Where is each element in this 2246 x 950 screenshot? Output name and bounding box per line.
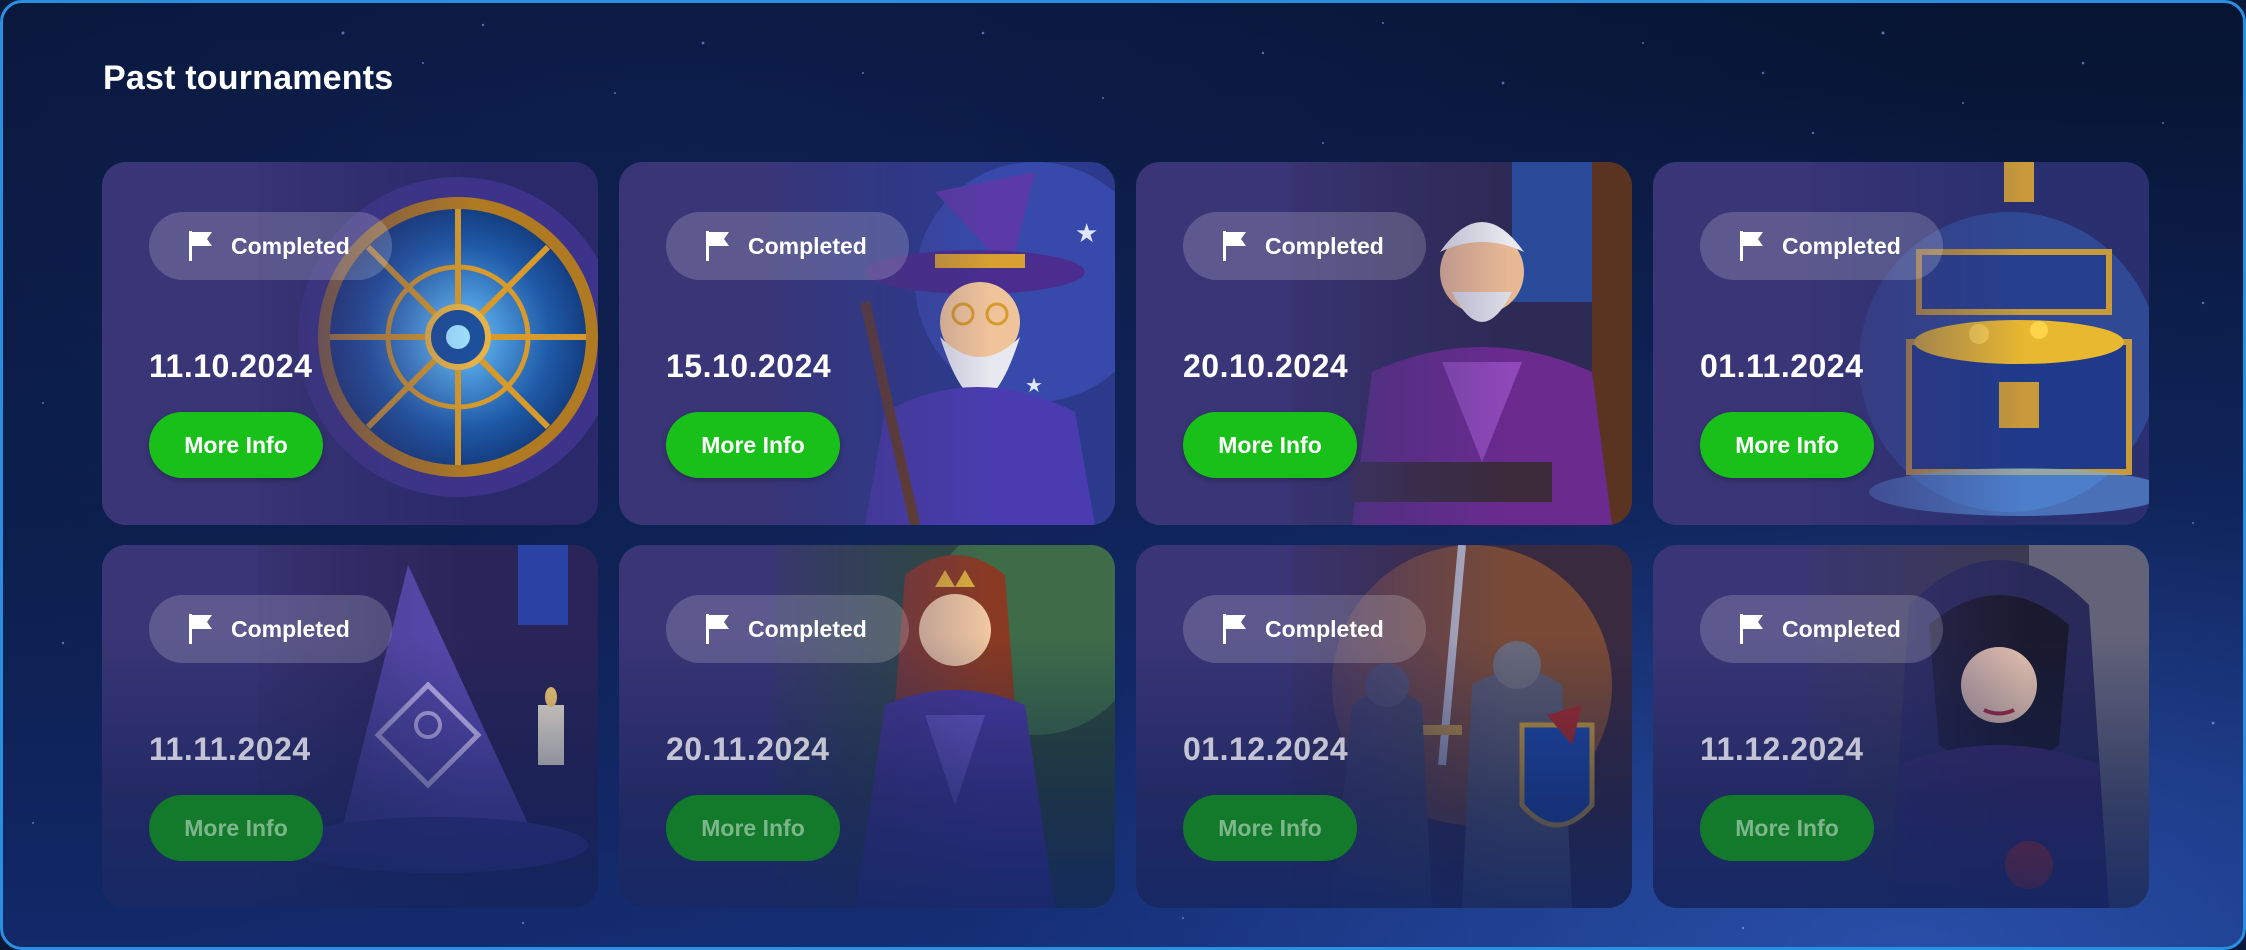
- status-label: Completed: [231, 615, 350, 642]
- status-badge: Completed: [666, 595, 909, 663]
- flag-icon: [189, 614, 212, 644]
- flag-icon: [189, 231, 212, 261]
- tournament-card: Completed 20.11.2024 More Info: [619, 545, 1115, 908]
- past-tournaments-panel: Past tournaments Completed 11.10.2024 Mo…: [0, 0, 2246, 950]
- flag-icon: [1223, 614, 1246, 644]
- tournament-date: 11.10.2024: [149, 348, 313, 384]
- tournament-card: ★ ★ Completed 15.10.2024 More Info: [619, 162, 1115, 525]
- flag-icon: [1740, 231, 1763, 261]
- status-badge: Completed: [149, 212, 392, 280]
- status-label: Completed: [748, 232, 867, 259]
- status-label: Completed: [1265, 615, 1384, 642]
- status-badge: Completed: [1183, 212, 1426, 280]
- status-badge: Completed: [1183, 595, 1426, 663]
- tournament-card: Completed 11.10.2024 More Info: [102, 162, 598, 525]
- tournament-date: 01.11.2024: [1700, 348, 1864, 384]
- tournament-card: Completed 20.10.2024 More Info: [1136, 162, 1632, 525]
- tournament-date: 01.12.2024: [1183, 731, 1349, 767]
- tournament-card: Completed 01.12.2024 More Info: [1136, 545, 1632, 908]
- status-label: Completed: [1782, 615, 1901, 642]
- tournament-date: 20.11.2024: [666, 731, 830, 767]
- tournament-card: Completed 11.12.2024 More Info: [1653, 545, 2149, 908]
- status-badge: Completed: [1700, 212, 1943, 280]
- status-badge: Completed: [1700, 595, 1943, 663]
- flag-icon: [706, 231, 729, 261]
- more-info-button[interactable]: More Info: [666, 412, 840, 478]
- status-badge: Completed: [149, 595, 392, 663]
- status-label: Completed: [1265, 232, 1384, 259]
- status-badge: Completed: [666, 212, 909, 280]
- tournament-date: 11.12.2024: [1700, 731, 1864, 767]
- more-info-button[interactable]: More Info: [666, 795, 840, 861]
- more-info-button[interactable]: More Info: [149, 412, 323, 478]
- status-label: Completed: [231, 232, 350, 259]
- tournament-date: 15.10.2024: [666, 348, 832, 384]
- status-label: Completed: [1782, 232, 1901, 259]
- page-title: Past tournaments: [103, 59, 394, 97]
- more-info-button[interactable]: More Info: [1183, 795, 1357, 861]
- more-info-button[interactable]: More Info: [1183, 412, 1357, 478]
- more-info-button[interactable]: More Info: [1700, 795, 1874, 861]
- more-info-button[interactable]: More Info: [1700, 412, 1874, 478]
- tournament-card: Completed 11.11.2024 More Info: [102, 545, 598, 908]
- flag-icon: [1740, 614, 1763, 644]
- tournament-grid: Completed 11.10.2024 More Info Completed…: [102, 162, 2149, 908]
- more-info-button[interactable]: More Info: [149, 795, 323, 861]
- tournament-date: 11.11.2024: [149, 731, 311, 767]
- tournament-date: 20.10.2024: [1183, 348, 1349, 384]
- tournament-card: Completed 01.11.2024 More Info: [1653, 162, 2149, 525]
- flag-icon: [706, 614, 729, 644]
- status-label: Completed: [748, 615, 867, 642]
- flag-icon: [1223, 231, 1246, 261]
